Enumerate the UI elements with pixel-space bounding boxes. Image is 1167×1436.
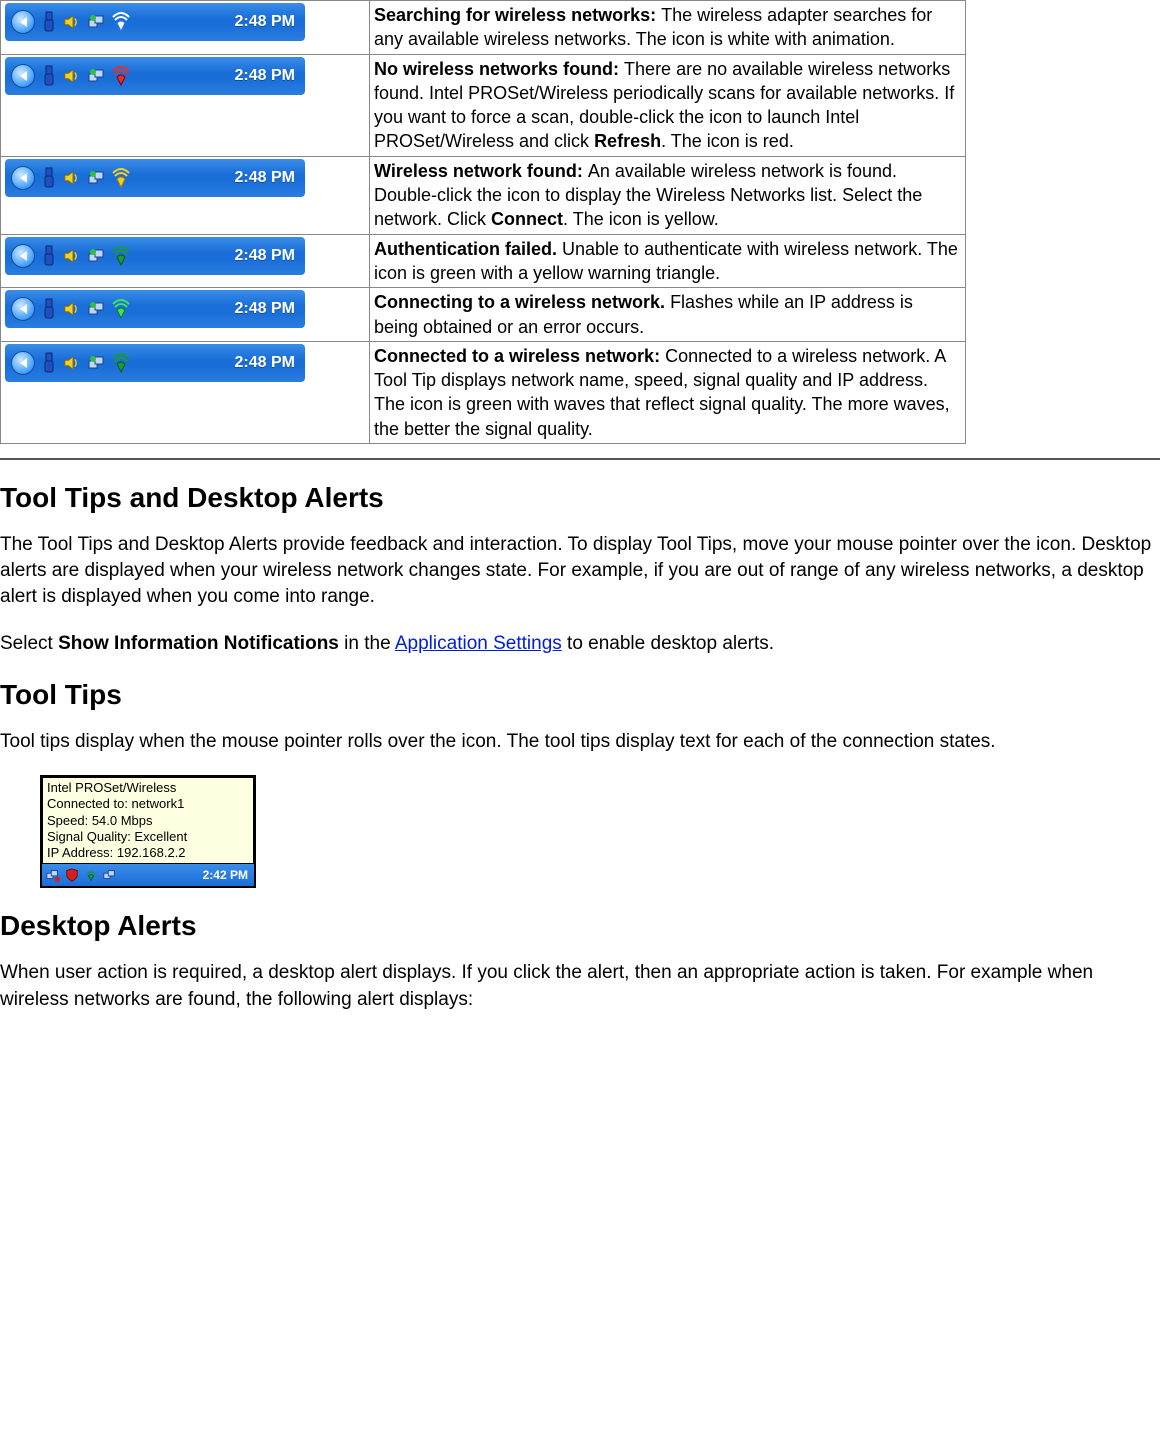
net-icon	[45, 867, 61, 883]
bold-show-info: Show Information Notifications	[58, 633, 339, 654]
state-action: Connect	[491, 209, 563, 229]
state-title: Authentication failed.	[374, 239, 562, 259]
network-icon	[87, 64, 107, 88]
table-row: 2:48 PM Authentication failed. Unable to …	[1, 234, 966, 288]
tray-expand-icon	[11, 166, 35, 190]
connection-icon	[102, 867, 118, 883]
tray-time: 2:48 PM	[235, 13, 299, 31]
speaker-icon	[63, 297, 83, 321]
description-cell: Connecting to a wireless network. Flashe…	[370, 288, 966, 342]
text: to enable desktop alerts.	[562, 633, 774, 654]
state-action: Refresh	[594, 131, 661, 151]
system-tray: 2:48 PM	[5, 344, 305, 382]
tray-expand-icon	[11, 244, 35, 268]
tray-expand-icon	[11, 351, 35, 375]
tooltip-line: IP Address: 192.168.2.2	[47, 845, 249, 861]
para-desktop-alerts: When user action is required, a desktop …	[0, 960, 1160, 1012]
wifi-icon	[111, 297, 131, 321]
tooltip-screenshot: Intel PROSet/Wireless Connected to: netw…	[40, 775, 256, 888]
network-icon	[87, 297, 107, 321]
para-tooltips: Tool tips display when the mouse pointer…	[0, 729, 1160, 755]
mini-tray-time: 2:42 PM	[203, 868, 251, 882]
tray-image-cell: 2:48 PM	[1, 1, 370, 55]
tooltip-line: Speed: 54.0 Mbps	[47, 813, 249, 829]
state-title: Connected to a wireless network:	[374, 346, 665, 366]
state-title: Connecting to a wireless network.	[374, 292, 670, 312]
table-row: 2:48 PM Searching for wireless networks: …	[1, 1, 966, 55]
usb-icon	[39, 10, 59, 34]
system-tray: 2:48 PM	[5, 290, 305, 328]
text: in the	[339, 633, 395, 654]
wifi-icon	[111, 166, 131, 190]
system-tray: 2:48 PM	[5, 237, 305, 275]
speaker-icon	[63, 10, 83, 34]
speaker-icon	[63, 244, 83, 268]
tray-expand-icon	[11, 64, 35, 88]
link-application-settings[interactable]: Application Settings	[395, 633, 562, 654]
usb-icon	[39, 244, 59, 268]
usb-icon	[39, 166, 59, 190]
network-icon	[87, 351, 107, 375]
text: Select	[0, 633, 58, 654]
wifi-icon	[83, 867, 99, 883]
tray-image-cell: 2:48 PM	[1, 54, 370, 156]
table-row: 2:48 PM No wireless networks found: There…	[1, 54, 966, 156]
network-icon	[87, 244, 107, 268]
system-tray: 2:48 PM	[5, 3, 305, 41]
icon-states-table: 2:48 PM Searching for wireless networks: …	[0, 0, 966, 444]
heading-desktop-alerts: Desktop Alerts	[0, 910, 1167, 942]
wifi-icon	[111, 10, 131, 34]
description-cell: Authentication failed. Unable to authent…	[370, 234, 966, 288]
speaker-icon	[63, 64, 83, 88]
state-title: No wireless networks found:	[374, 59, 624, 79]
speaker-icon	[63, 351, 83, 375]
description-cell: Connected to a wireless network: Connect…	[370, 341, 966, 443]
state-text: . The icon is yellow.	[563, 209, 719, 229]
state-title: Searching for wireless networks:	[374, 5, 661, 25]
para-select-notifications: Select Show Information Notifications in…	[0, 631, 1160, 657]
mini-system-tray: 2:42 PM	[42, 864, 254, 886]
network-icon	[87, 166, 107, 190]
description-cell: Wireless network found: An available wir…	[370, 156, 966, 234]
tooltip-line: Connected to: network1	[47, 796, 249, 812]
tray-time: 2:48 PM	[235, 247, 299, 265]
tray-image-cell: 2:48 PM	[1, 156, 370, 234]
wifi-icon	[111, 244, 131, 268]
usb-icon	[39, 64, 59, 88]
tray-image-cell: 2:48 PM	[1, 341, 370, 443]
usb-icon	[39, 297, 59, 321]
tray-time: 2:48 PM	[235, 169, 299, 187]
tray-expand-icon	[11, 297, 35, 321]
system-tray: 2:48 PM	[5, 57, 305, 95]
state-text: . The icon is red.	[661, 131, 794, 151]
tray-expand-icon	[11, 10, 35, 34]
wifi-icon	[111, 351, 131, 375]
shield-icon	[64, 867, 80, 883]
tray-time: 2:48 PM	[235, 300, 299, 318]
heading-tooltips: Tool Tips	[0, 679, 1167, 711]
tooltip-balloon: Intel PROSet/Wireless Connected to: netw…	[42, 777, 254, 864]
speaker-icon	[63, 166, 83, 190]
tray-time: 2:48 PM	[235, 67, 299, 85]
description-cell: Searching for wireless networks: The wir…	[370, 1, 966, 55]
wifi-icon	[111, 64, 131, 88]
description-cell: No wireless networks found: There are no…	[370, 54, 966, 156]
network-icon	[87, 10, 107, 34]
tooltip-line: Signal Quality: Excellent	[47, 829, 249, 845]
system-tray: 2:48 PM	[5, 159, 305, 197]
table-row: 2:48 PM Connecting to a wireless network.…	[1, 288, 966, 342]
heading-tooltips-alerts: Tool Tips and Desktop Alerts	[0, 482, 1167, 514]
tray-image-cell: 2:48 PM	[1, 234, 370, 288]
usb-icon	[39, 351, 59, 375]
section-divider	[0, 458, 1160, 460]
table-row: 2:48 PM Connected to a wireless network: …	[1, 341, 966, 443]
tray-time: 2:48 PM	[235, 354, 299, 372]
table-row: 2:48 PM Wireless network found: An availa…	[1, 156, 966, 234]
state-title: Wireless network found:	[374, 161, 588, 181]
tray-image-cell: 2:48 PM	[1, 288, 370, 342]
tooltip-line: Intel PROSet/Wireless	[47, 780, 249, 796]
para-tooltips-alerts: The Tool Tips and Desktop Alerts provide…	[0, 532, 1160, 611]
